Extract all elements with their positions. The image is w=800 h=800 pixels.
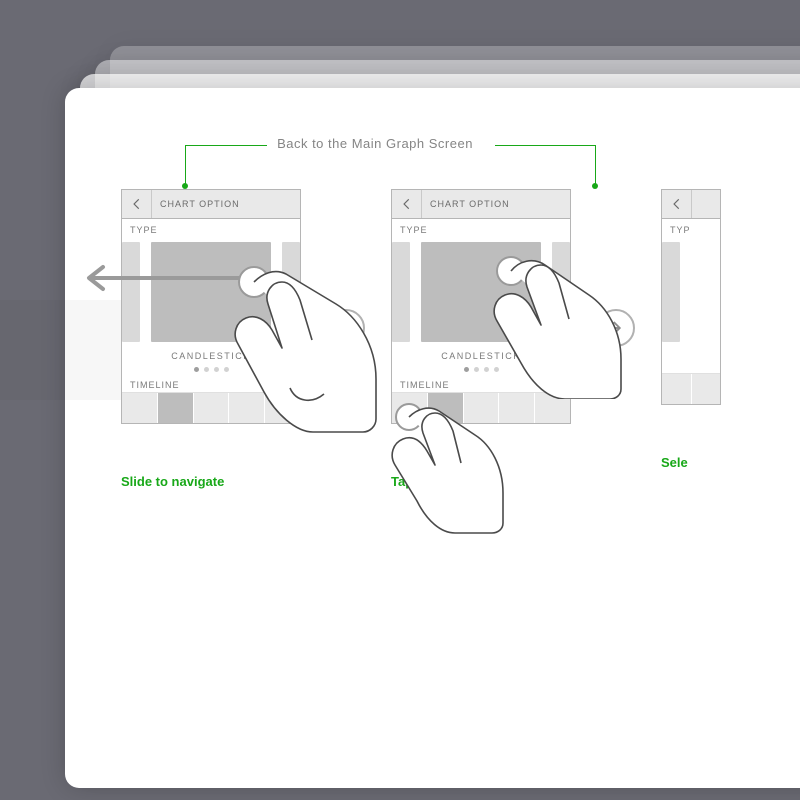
back-button[interactable]: [122, 190, 152, 218]
phone-mock: CHART OPTION TYPE CANDLESTICK TIMELINE: [391, 189, 571, 424]
section-label-type: TYPE: [122, 219, 300, 237]
flow-arrow-icon: [327, 309, 365, 347]
carousel-current-slide[interactable]: [151, 242, 271, 342]
timeline-cell[interactable]: [464, 393, 500, 423]
carousel-peek: [552, 242, 570, 342]
section-label-type: TYPE: [392, 219, 570, 237]
arrow-left-icon: [670, 197, 684, 211]
screen-title: CHART OPTION: [422, 199, 570, 209]
carousel-peek: [392, 242, 410, 342]
chart-type-name: CANDLESTICK: [122, 351, 300, 361]
back-button[interactable]: [392, 190, 422, 218]
carousel-peek: [122, 242, 140, 342]
wireframe-tap-to-select: CHART OPTION TYPE CANDLESTICK TIMELINE: [391, 189, 571, 489]
screen-title: CHART OPTION: [152, 199, 300, 209]
timeline-cell[interactable]: [499, 393, 535, 423]
section-label-timeline: TIMELINE: [392, 374, 570, 392]
timeline-cell[interactable]: [535, 393, 570, 423]
timeline-cell[interactable]: [122, 393, 158, 423]
arrow-left-icon: [400, 197, 414, 211]
carousel-current-slide[interactable]: [421, 242, 541, 342]
wireframe-cropped: TYP Sele: [661, 189, 721, 470]
section-label-timeline: TIMELINE: [122, 374, 300, 392]
chart-type-carousel[interactable]: [662, 237, 720, 347]
timeline-cell[interactable]: [229, 393, 265, 423]
caption-slide: Slide to navigate: [121, 474, 301, 489]
chart-type-carousel[interactable]: [122, 237, 300, 347]
chart-type-name: CANDLESTICK: [392, 351, 570, 361]
wireframe-slide-to-navigate: CHART OPTION TYPE CANDLESTICK TIMELINE: [121, 189, 301, 489]
timeline-cell[interactable]: [428, 393, 464, 423]
caption-cropped: Sele: [661, 455, 721, 470]
caption-tap: Tap to select: [391, 474, 571, 489]
timeline-cell[interactable]: [194, 393, 230, 423]
back-button[interactable]: [662, 190, 692, 218]
timeline-options[interactable]: [662, 373, 720, 404]
pager-dots: [392, 367, 570, 372]
pager-dots: [122, 367, 300, 372]
section-label-type: TYP: [662, 219, 720, 237]
flow-arrow-icon: [597, 309, 635, 347]
arrow-left-icon: [130, 197, 144, 211]
timeline-cell[interactable]: [392, 393, 428, 423]
timeline-cell[interactable]: [692, 374, 721, 404]
main-canvas: Back to the Main Graph Screen CHART OPTI…: [65, 88, 800, 800]
timeline-cell[interactable]: [662, 374, 692, 404]
timeline-cell[interactable]: [265, 393, 300, 423]
timeline-options[interactable]: [392, 392, 570, 423]
timeline-options[interactable]: [122, 392, 300, 423]
chart-type-carousel[interactable]: [392, 237, 570, 347]
carousel-peek: [282, 242, 300, 342]
phone-mock: TYP: [661, 189, 721, 405]
timeline-cell[interactable]: [158, 393, 194, 423]
carousel-peek: [662, 242, 680, 342]
annotation-back-to-main: Back to the Main Graph Screen: [267, 136, 483, 151]
phone-mock: CHART OPTION TYPE CANDLESTICK TIMELINE: [121, 189, 301, 424]
